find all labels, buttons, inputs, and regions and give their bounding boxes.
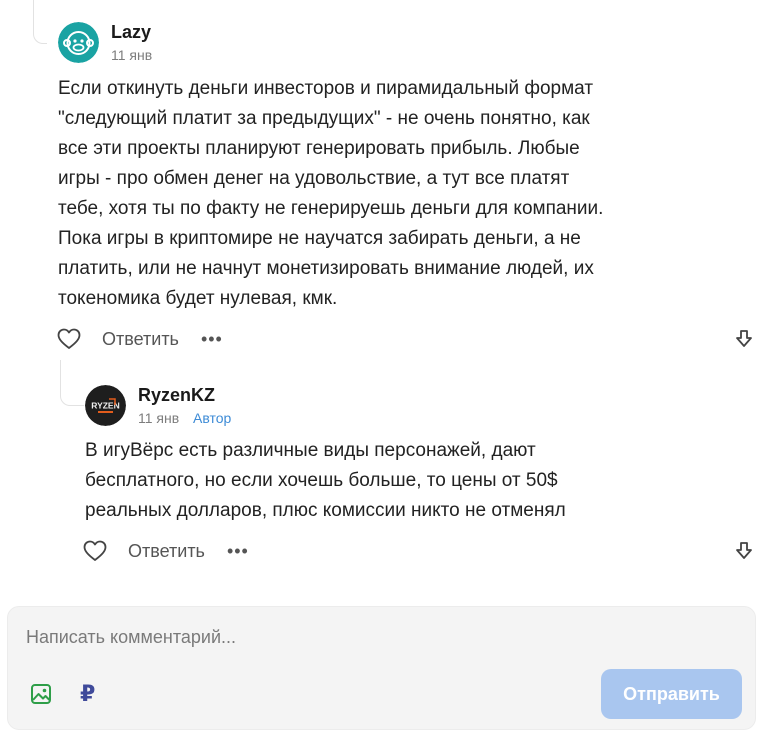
arrow-down-icon [736, 542, 752, 559]
comment-line: Пока игры в криптомире не научатся забир… [58, 228, 581, 249]
more-options-button[interactable]: ••• [227, 542, 249, 560]
comment-date: 11 янв [111, 47, 153, 63]
reply-date: 11 янв [138, 410, 180, 426]
comment-line: Если откинуть деньги инвесторов и пирами… [58, 78, 594, 99]
reply-line: бесплатного, но если хочешь больше, то ц… [85, 470, 558, 491]
comment-input[interactable] [26, 621, 726, 653]
comment-line: "следующий платит за предыдущих" - не оч… [58, 108, 590, 129]
thread-connector [60, 360, 84, 406]
comment-line: платить, или не начнут монетизировать вн… [58, 258, 594, 279]
comment-actions: Ответить ••• [56, 325, 223, 353]
avatar[interactable]: RYZEN [85, 385, 126, 426]
author-badge: Автор [193, 410, 232, 426]
reply-line: реальных долларов, плюс комиссии никто н… [85, 500, 566, 521]
reply-button[interactable]: Ответить [102, 329, 179, 350]
reply-button[interactable]: Ответить [128, 541, 205, 562]
comment-line: тебе, хотя ты по факту не генерируешь де… [58, 198, 604, 219]
downvote-button[interactable] [732, 326, 756, 352]
heart-icon [57, 328, 81, 349]
reply-author[interactable]: RyzenKZ [138, 385, 215, 406]
comment-author[interactable]: Lazy [111, 22, 151, 43]
more-options-button[interactable]: ••• [201, 330, 223, 348]
reply-actions: Ответить ••• [82, 537, 249, 565]
thread-connector [33, 0, 47, 44]
comment-line: токеномика будет нулевая, кмк. [58, 288, 338, 309]
downvote-button[interactable] [732, 538, 756, 564]
image-icon [31, 684, 51, 704]
comment-composer: ₽ Отправить [7, 606, 756, 730]
reply-body: В игуВёрс есть различные виды персонажей… [85, 436, 745, 526]
donate-ruble-button[interactable]: ₽ [80, 681, 95, 707]
like-button[interactable] [56, 326, 82, 352]
comment-line: все эти проекты планируют генерировать п… [58, 138, 580, 159]
attach-image-button[interactable] [30, 683, 54, 707]
monkey-avatar-icon [58, 22, 99, 63]
avatar[interactable] [58, 22, 99, 63]
comment-line: игры - про обмен денег на удовольствие, … [58, 168, 570, 189]
reply-line: В игуВёрс есть различные виды персонажей… [85, 440, 536, 461]
send-button[interactable]: Отправить [601, 669, 742, 719]
like-button[interactable] [82, 538, 108, 564]
comment-body: Если откинуть деньги инвесторов и пирами… [58, 74, 758, 314]
heart-icon [83, 540, 107, 561]
ryzen-avatar-icon: RYZEN [85, 385, 126, 426]
arrow-down-icon [736, 330, 752, 347]
